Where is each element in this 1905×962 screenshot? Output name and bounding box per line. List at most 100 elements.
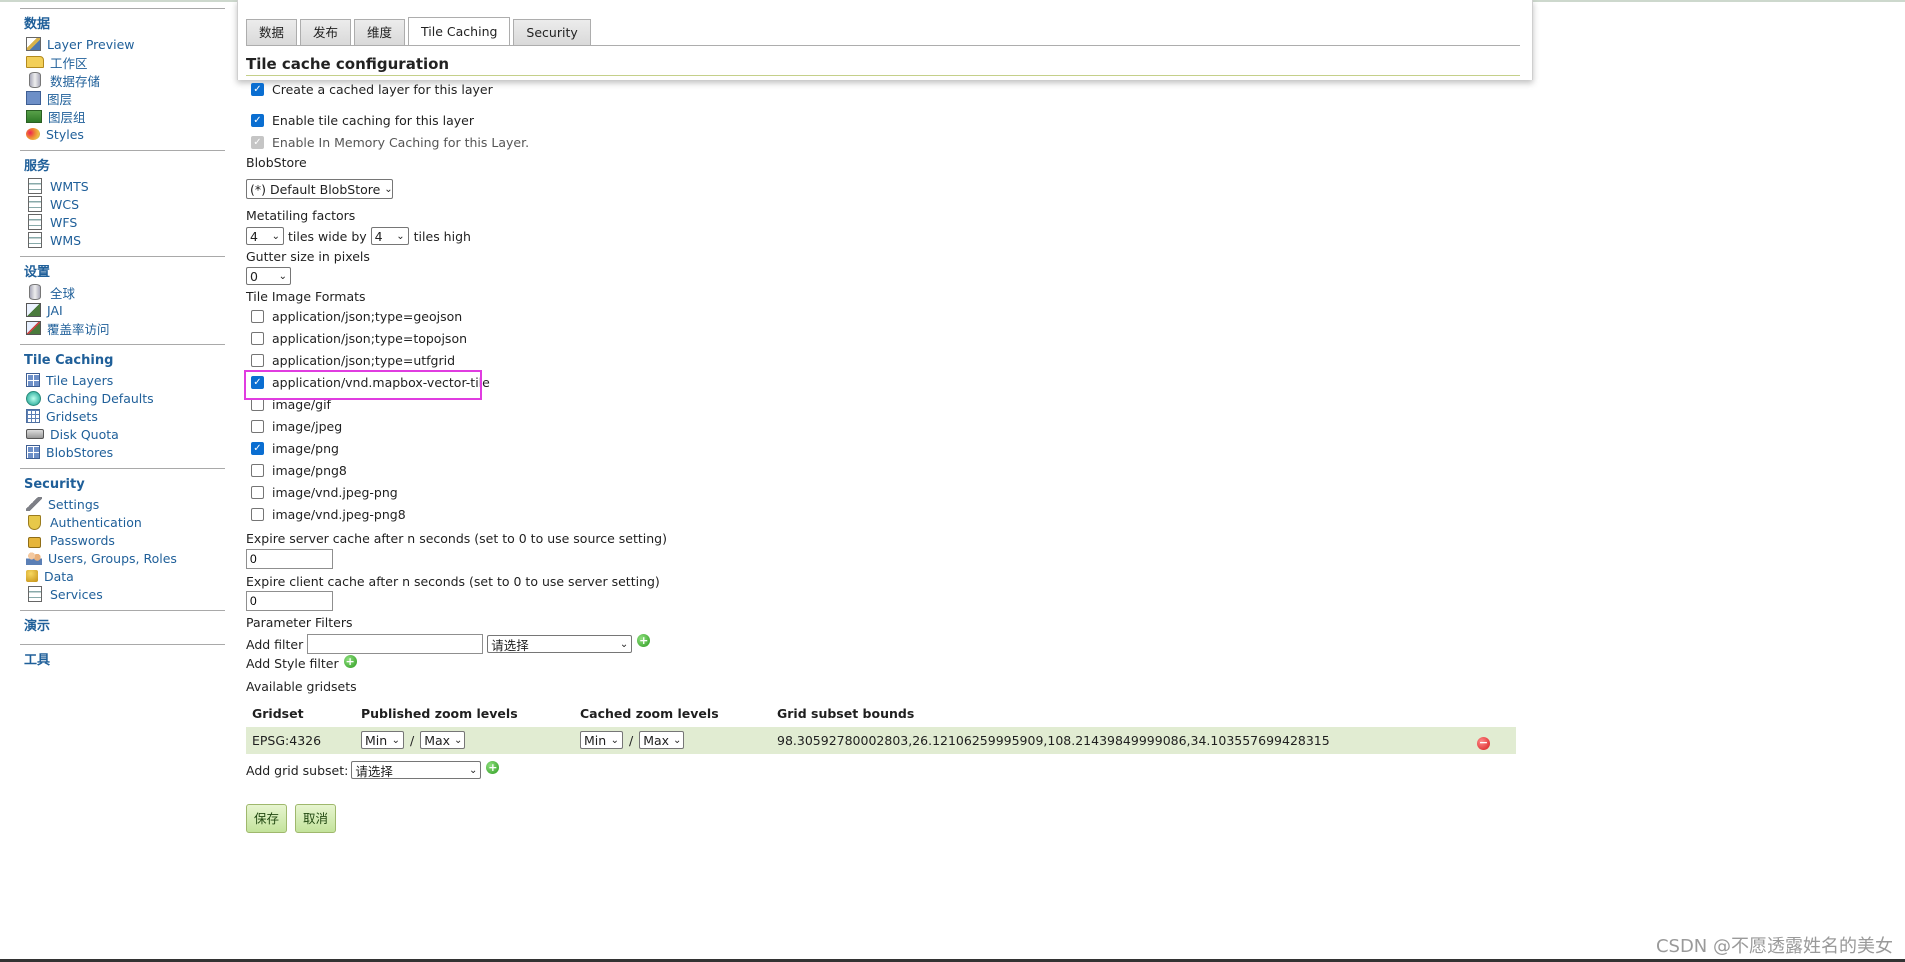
format-checkbox[interactable] [251,508,264,521]
create-cached-layer-checkbox[interactable]: ✓ [251,83,264,96]
format-option-row[interactable]: image/vnd.jpeg-png [246,485,398,500]
sidebar-link[interactable]: 工作区 [50,53,88,72]
sidebar-link[interactable]: Styles [46,127,84,142]
sidebar-item-wmts[interactable]: WMTS [20,177,225,195]
sidebar-link[interactable]: Passwords [50,533,115,548]
format-checkbox[interactable] [251,420,264,433]
datastore-icon [29,72,41,88]
tab-data[interactable]: 数据 [246,19,298,45]
sidebar-link[interactable]: Authentication [50,515,142,530]
sidebar-item-passwords[interactable]: Passwords [20,531,225,549]
add-filter-plus-icon[interactable]: + [637,633,651,647]
sidebar-link[interactable]: Settings [48,497,99,512]
cancel-button[interactable]: 取消 [295,804,337,833]
sidebar-link[interactable]: Caching Defaults [47,391,154,406]
sidebar-item-wcs[interactable]: WCS [20,195,225,213]
format-checkbox[interactable] [251,310,264,323]
sidebar-link[interactable]: WMS [50,233,81,248]
remove-minus-icon[interactable]: − [1477,737,1490,750]
sidebar-item-users-groups-roles[interactable]: Users, Groups, Roles [20,549,225,567]
add-grid-subset-select[interactable]: 请选择 ⌄ [351,761,482,779]
sidebar-item-caching-defaults[interactable]: Caching Defaults [20,389,225,407]
sidebar-link[interactable]: Services [50,587,103,602]
add-style-filter-plus-icon[interactable]: + [343,655,357,668]
published-min-select[interactable]: Min ⌄ [361,731,404,749]
sidebar-item-stores[interactable]: 数据存储 [20,71,225,89]
format-option-row[interactable]: application/json;type=topojson [246,331,467,346]
sidebar-link[interactable]: WMTS [50,179,89,194]
format-option-row[interactable]: application/json;type=geojson [246,309,462,324]
sidebar-item-disk-quota[interactable]: Disk Quota [20,425,225,443]
sidebar-item-wms[interactable]: WMS [20,231,225,249]
sidebar-link[interactable]: Users, Groups, Roles [48,551,177,566]
tab-tile-caching[interactable]: Tile Caching [408,17,511,45]
metatiling-high-select[interactable]: 4 ⌄ [370,227,409,245]
sidebar-link[interactable]: Disk Quota [50,427,119,442]
sidebar-item-layers[interactable]: 图层 [20,89,225,107]
sidebar-item-data-security[interactable]: Data [20,567,225,585]
sidebar-item-workspaces[interactable]: 工作区 [20,53,225,71]
tab-publishing[interactable]: 发布 [300,19,352,45]
sidebar-item-security-settings[interactable]: Settings [20,495,225,513]
sidebar-section-tools[interactable]: 工具 [20,644,225,671]
format-option-row[interactable]: image/vnd.jpeg-png8 [246,507,406,522]
sidebar-heading-tools[interactable]: 工具 [20,651,225,671]
enable-tile-caching-checkbox[interactable]: ✓ [251,114,264,127]
sidebar-link[interactable]: 数据存储 [50,71,100,90]
sidebar-item-authentication[interactable]: Authentication [20,513,225,531]
sidebar-link[interactable]: 图层 [47,89,72,108]
add-filter-input[interactable] [307,634,484,654]
format-option-row[interactable]: image/jpeg [246,419,342,434]
cached-max-select[interactable]: Max ⌄ [639,731,685,749]
sidebar-item-coverage-access[interactable]: 覆盖率访问 [20,319,225,337]
sidebar-link[interactable]: JAI [47,303,63,318]
sidebar-link[interactable]: 覆盖率访问 [47,319,110,338]
enable-tile-caching-row[interactable]: ✓ Enable tile caching for this layer [246,113,474,128]
expire-server-input[interactable] [246,549,333,569]
sidebar-link[interactable]: Tile Layers [46,373,113,388]
tab-security[interactable]: Security [513,19,591,45]
sidebar-item-blobstores[interactable]: BlobStores [20,443,225,461]
enable-in-memory-checkbox[interactable]: ✓ [251,136,264,149]
sidebar-link[interactable]: 图层组 [48,107,86,126]
sidebar-item-gridsets[interactable]: Gridsets [20,407,225,425]
sidebar-section-demos[interactable]: 演示 [20,610,225,637]
sidebar-item-wfs[interactable]: WFS [20,213,225,231]
tab-dimensions[interactable]: 维度 [354,19,406,45]
sidebar-link[interactable]: 全球 [50,283,75,302]
sidebar-link[interactable]: Layer Preview [47,37,134,52]
add-grid-subset-plus-icon[interactable]: + [486,760,500,774]
gutter-select[interactable]: 0 ⌄ [246,267,291,285]
sidebar-link[interactable]: WCS [50,197,79,212]
add-filter-select[interactable]: 请选择 ⌄ [487,635,633,653]
sidebar-item-services-security[interactable]: Services [20,585,225,603]
format-checkbox[interactable] [251,464,264,477]
sidebar-link[interactable]: Gridsets [46,409,98,424]
sidebar-item-styles[interactable]: Styles [20,125,225,143]
format-option-row[interactable]: application/json;type=utfgrid [246,353,455,368]
sidebar-item-layer-preview[interactable]: Layer Preview [20,35,225,53]
expire-client-input[interactable] [246,591,333,611]
sidebar-link[interactable]: WFS [50,215,77,230]
cached-min-select[interactable]: Min ⌄ [580,731,623,749]
sidebar-heading-demos[interactable]: 演示 [20,617,225,637]
format-checkbox[interactable] [251,486,264,499]
sidebar-link[interactable]: BlobStores [46,445,113,460]
sidebar-item-global[interactable]: 全球 [20,283,225,301]
format-checkbox[interactable] [251,354,264,367]
published-max-select[interactable]: Max ⌄ [420,731,466,749]
format-option-row[interactable]: image/png8 [246,463,347,478]
sidebar-item-layer-groups[interactable]: 图层组 [20,107,225,125]
sidebar-item-tile-layers[interactable]: Tile Layers [20,371,225,389]
create-cached-layer-row[interactable]: ✓ Create a cached layer for this layer [246,82,493,97]
cached-zoom-cell: Min ⌄ / Max ⌄ [580,731,685,749]
blobstore-select[interactable]: (*) Default BlobStore ⌄ [246,179,393,199]
sidebar-item-jai[interactable]: JAI [20,301,225,319]
format-option-row[interactable]: ✓ image/png [246,441,339,456]
metatiling-wide-select[interactable]: 4 ⌄ [246,227,284,245]
format-checkbox[interactable] [251,332,264,345]
format-checkbox[interactable]: ✓ [251,442,264,455]
save-button[interactable]: 保存 [246,804,288,833]
enable-in-memory-row[interactable]: ✓ Enable In Memory Caching for this Laye… [246,135,529,150]
sidebar-link[interactable]: Data [44,569,74,584]
